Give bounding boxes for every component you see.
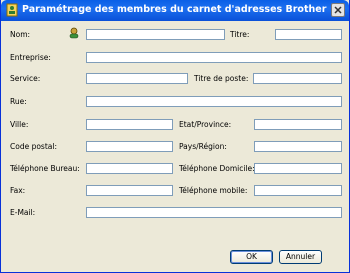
label-tel-domicile: Téléphone Domicile: bbox=[179, 164, 255, 173]
label-titre: Titre: bbox=[230, 30, 250, 39]
tel-mobile-input[interactable] bbox=[254, 185, 342, 196]
label-tel-bureau: Téléphone Bureau: bbox=[10, 164, 80, 173]
close-icon bbox=[334, 6, 342, 14]
cancel-button[interactable]: Annuler bbox=[279, 250, 322, 264]
label-pays: Pays/Région: bbox=[179, 142, 227, 151]
email-input[interactable] bbox=[86, 207, 342, 218]
nom-input[interactable] bbox=[86, 29, 225, 40]
pays-input[interactable] bbox=[254, 141, 342, 152]
label-tel-mobile: Téléphone mobile: bbox=[179, 186, 248, 195]
label-fax: Fax: bbox=[10, 186, 26, 195]
rue-input[interactable] bbox=[86, 96, 342, 107]
service-input[interactable] bbox=[86, 73, 188, 84]
close-button[interactable] bbox=[331, 3, 345, 17]
window-title: Paramétrage des membres du carnet d'adre… bbox=[22, 4, 327, 15]
fax-input[interactable] bbox=[86, 185, 173, 196]
entreprise-input[interactable] bbox=[86, 52, 342, 63]
code-postal-input[interactable] bbox=[86, 141, 173, 152]
title-bar[interactable]: Paramétrage des membres du carnet d'adre… bbox=[1, 0, 349, 21]
tel-domicile-input[interactable] bbox=[254, 163, 342, 174]
person-icon[interactable] bbox=[68, 27, 80, 39]
titre-input[interactable] bbox=[275, 29, 342, 40]
address-book-icon bbox=[6, 3, 18, 17]
label-service: Service: bbox=[10, 74, 41, 83]
dialog-window: Paramétrage des membres du carnet d'adre… bbox=[0, 0, 350, 273]
label-entreprise: Entreprise: bbox=[10, 53, 51, 62]
label-ville: Ville: bbox=[10, 120, 29, 129]
titre-poste-input[interactable] bbox=[253, 73, 342, 84]
tel-bureau-input[interactable] bbox=[86, 163, 173, 174]
label-code-postal: Code postal: bbox=[10, 142, 57, 151]
label-titre-poste: Titre de poste: bbox=[194, 74, 249, 83]
ville-input[interactable] bbox=[86, 119, 173, 130]
etat-input[interactable] bbox=[254, 119, 342, 130]
ok-button[interactable]: OK bbox=[230, 250, 273, 264]
label-etat: Etat/Province: bbox=[179, 120, 232, 129]
label-nom: Nom: bbox=[10, 30, 31, 39]
label-rue: Rue: bbox=[10, 97, 27, 106]
label-email: E-Mail: bbox=[10, 208, 36, 217]
